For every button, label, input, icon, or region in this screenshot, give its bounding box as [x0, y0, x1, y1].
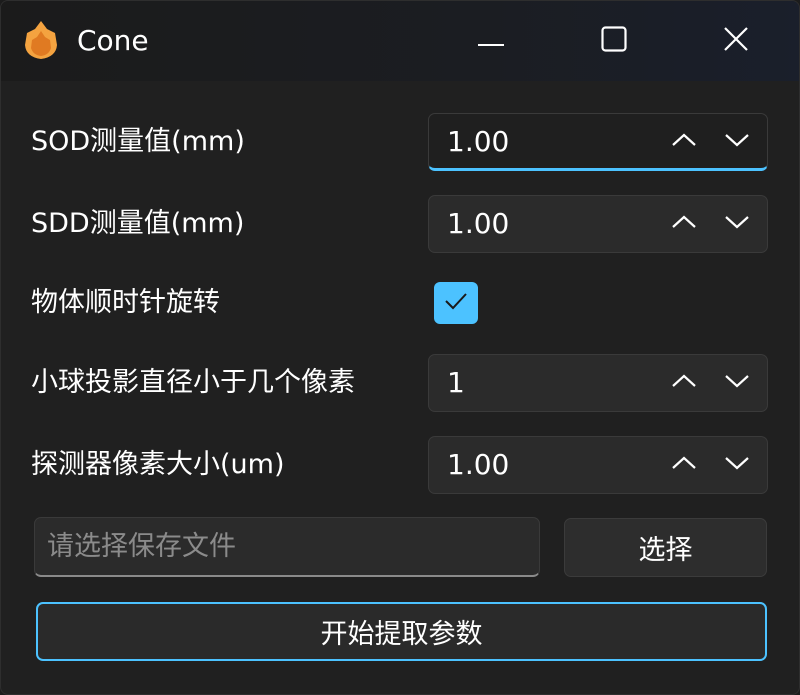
- sdd-increment-button[interactable]: [659, 196, 709, 252]
- start-extract-button[interactable]: 开始提取参数: [36, 602, 767, 661]
- sdd-value[interactable]: 1.00: [447, 206, 509, 242]
- pixel-size-spinbox[interactable]: 1.00: [428, 436, 768, 494]
- window-title: Cone: [77, 24, 149, 57]
- sod-spinbox[interactable]: 1.00: [428, 113, 768, 171]
- flame-icon: [23, 19, 59, 61]
- app-window: Cone SOD测量值(mm) 1.00 SDD测量值(mm) 1.00 物体顺…: [0, 0, 800, 695]
- pixel-size-value[interactable]: 1.00: [447, 447, 509, 483]
- ball-diameter-decrement-button[interactable]: [712, 355, 762, 411]
- sod-increment-button[interactable]: [659, 114, 709, 170]
- ball-diameter-increment-button[interactable]: [659, 355, 709, 411]
- sdd-spinbox[interactable]: 1.00: [428, 195, 768, 253]
- pixel-size-increment-button[interactable]: [659, 437, 709, 493]
- minimize-icon: [478, 32, 504, 51]
- title-bar[interactable]: Cone: [1, 1, 799, 81]
- chevron-down-icon: [724, 132, 750, 152]
- maximize-button[interactable]: [559, 1, 669, 81]
- pixel-size-label: 探测器像素大小(um): [31, 449, 285, 480]
- sod-value[interactable]: 1.00: [447, 124, 509, 160]
- sdd-label: SDD测量值(mm): [31, 208, 245, 239]
- chevron-down-icon: [724, 214, 750, 234]
- sod-label: SOD测量值(mm): [31, 126, 245, 157]
- ball-diameter-value[interactable]: 1: [447, 365, 465, 401]
- rotation-label: 物体顺时针旋转: [31, 287, 220, 318]
- minimize-button[interactable]: [436, 1, 546, 81]
- select-file-button[interactable]: 选择: [564, 518, 767, 577]
- ball-diameter-spinbox[interactable]: 1: [428, 354, 768, 412]
- maximize-icon: [601, 26, 627, 56]
- sod-decrement-button[interactable]: [712, 114, 762, 170]
- pixel-size-decrement-button[interactable]: [712, 437, 762, 493]
- chevron-up-icon: [671, 132, 697, 152]
- chevron-up-icon: [671, 214, 697, 234]
- close-icon: [723, 26, 749, 56]
- chevron-up-icon: [671, 455, 697, 475]
- ball-diameter-label: 小球投影直径小于几个像素: [31, 367, 355, 398]
- chevron-up-icon: [671, 373, 697, 393]
- sdd-decrement-button[interactable]: [712, 196, 762, 252]
- save-file-input[interactable]: [34, 517, 540, 577]
- chevron-down-icon: [724, 455, 750, 475]
- close-button[interactable]: [681, 1, 791, 81]
- chevron-down-icon: [724, 373, 750, 393]
- rotation-checkbox[interactable]: [434, 282, 478, 324]
- checkmark-icon: [444, 292, 468, 314]
